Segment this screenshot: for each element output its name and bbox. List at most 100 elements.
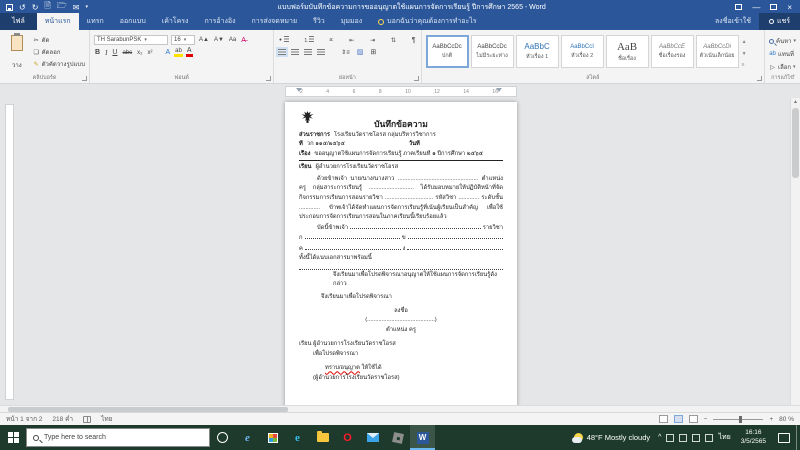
- shading-button[interactable]: ▨: [356, 48, 365, 56]
- security-shield-icon[interactable]: [679, 433, 688, 442]
- volume-icon[interactable]: [705, 433, 714, 442]
- word-taskbar-button[interactable]: W: [410, 425, 435, 450]
- ribbon-display-options-icon[interactable]: [735, 4, 743, 10]
- word-count[interactable]: 218 คำ: [52, 414, 73, 424]
- opera-button[interactable]: O: [335, 425, 360, 450]
- network-icon[interactable]: [692, 433, 701, 442]
- decrease-indent-button[interactable]: ⇤: [348, 37, 355, 44]
- print-layout-icon[interactable]: [673, 415, 683, 423]
- roblox-button[interactable]: [385, 425, 410, 450]
- find-button[interactable]: ค้นหา ▾: [769, 36, 796, 46]
- taskbar-clock[interactable]: 16:16 3/5/2565: [735, 429, 772, 446]
- collapse-ribbon-icon[interactable]: ⌃: [791, 74, 796, 81]
- font-size-select[interactable]: 16 ▾: [171, 35, 195, 45]
- tab-references[interactable]: การอ้างอิง: [196, 13, 243, 30]
- redo-icon[interactable]: ↻: [32, 3, 39, 12]
- vertical-ruler[interactable]: [5, 104, 14, 400]
- align-left-button[interactable]: [276, 47, 289, 57]
- align-right-button[interactable]: [304, 49, 313, 55]
- zoom-level[interactable]: 80 %: [779, 416, 794, 423]
- close-button[interactable]: ×: [787, 3, 792, 12]
- justify-button[interactable]: [317, 49, 326, 55]
- language-indicator[interactable]: ไทย: [101, 414, 112, 424]
- style-heading2[interactable]: AaBbCcI หัวเรื่อง 2: [560, 35, 604, 68]
- increase-indent-button[interactable]: ⇥: [369, 37, 376, 44]
- vertical-scrollbar[interactable]: ▲: [790, 98, 800, 405]
- new-document-icon[interactable]: 🗎: [44, 0, 50, 14]
- grow-font-button[interactable]: A▲: [198, 37, 210, 43]
- superscript-button[interactable]: x²: [147, 50, 154, 56]
- text-effects-button[interactable]: A: [165, 49, 172, 56]
- borders-button[interactable]: ⊞: [369, 48, 377, 56]
- style-normal[interactable]: AaBbCcDc ปกติ: [425, 35, 469, 68]
- tab-file[interactable]: ไฟล์: [0, 13, 37, 30]
- style-subtitle[interactable]: AaBbCcE ชื่อเรื่องรอง: [650, 35, 694, 68]
- email-icon[interactable]: ✉: [73, 3, 80, 12]
- tab-view[interactable]: มุมมอง: [333, 13, 370, 30]
- styles-dialog-launcher-icon[interactable]: [757, 76, 763, 81]
- proofing-icon[interactable]: [83, 415, 92, 423]
- cut-button[interactable]: ✂ ตัด: [33, 35, 85, 45]
- action-center-icon[interactable]: [778, 432, 790, 443]
- show-paragraph-marks-button[interactable]: ¶: [411, 37, 417, 44]
- multilevel-list-button[interactable]: a:: [328, 37, 334, 43]
- bullets-button[interactable]: •: [278, 36, 289, 44]
- styles-gallery-scroll[interactable]: ▲ ▼ ≡: [741, 35, 748, 72]
- underline-button[interactable]: U: [111, 49, 118, 56]
- page-indicator[interactable]: หน้า 1 จาก 2: [6, 414, 42, 424]
- change-case-button[interactable]: Aa: [228, 37, 237, 43]
- scroll-up-icon[interactable]: ▲: [791, 98, 800, 107]
- undo-icon[interactable]: ↺: [19, 3, 26, 12]
- paragraph-dialog-launcher-icon[interactable]: [413, 76, 419, 81]
- align-center-button[interactable]: [291, 49, 300, 55]
- tab-mailings[interactable]: การส่งจดหมาย: [244, 13, 306, 30]
- tab-insert[interactable]: แทรก: [79, 13, 112, 30]
- strikethrough-button[interactable]: abc: [121, 50, 133, 56]
- save-icon[interactable]: [6, 3, 13, 11]
- taskbar-search[interactable]: Type here to search: [26, 428, 210, 447]
- style-title[interactable]: AaB ชื่อเรื่อง: [605, 35, 649, 68]
- document-page[interactable]: บันทึกข้อความ ส่วนราชการ โรงเรียนวัดราชโอ…: [285, 102, 517, 405]
- style-no-spacing[interactable]: AaBbCcDc ไม่มีระยะห่าง: [470, 35, 514, 68]
- show-desktop-button[interactable]: [796, 425, 800, 450]
- clipboard-dialog-launcher-icon[interactable]: [82, 76, 87, 81]
- cortana-button[interactable]: [210, 425, 235, 450]
- zoom-in-button[interactable]: +: [769, 416, 773, 423]
- mail-button[interactable]: [360, 425, 385, 450]
- tab-design[interactable]: ออกแบบ: [112, 13, 154, 30]
- subscript-button[interactable]: x₂: [136, 50, 143, 56]
- numbering-button[interactable]: 1.: [303, 36, 314, 44]
- copy-button[interactable]: ❏ คัดลอก: [33, 47, 85, 57]
- style-subtle-emphasis[interactable]: AaBbCcDi ตัวเน้นเล็กน้อย: [695, 35, 739, 68]
- italic-button[interactable]: I: [104, 49, 108, 57]
- sign-in-link[interactable]: ลงชื่อเข้าใช้: [707, 13, 759, 30]
- onedrive-icon[interactable]: [666, 433, 675, 442]
- weather-widget[interactable]: 48°F Mostly cloudy: [570, 433, 654, 443]
- select-button[interactable]: ▷ เลือก ▾: [769, 62, 796, 72]
- web-layout-icon[interactable]: [688, 415, 698, 423]
- style-heading1[interactable]: AaBbC หัวเรื่อง 1: [515, 35, 559, 68]
- tell-me-box[interactable]: บอกฉันว่าคุณต้องการทำอะไร: [370, 13, 484, 30]
- read-mode-icon[interactable]: [658, 415, 668, 423]
- right-indent-marker-icon[interactable]: [496, 88, 502, 92]
- replace-button[interactable]: ab แทนที่: [769, 49, 796, 59]
- font-name-select[interactable]: TH SarabunPSK ▾: [94, 35, 168, 45]
- horizontal-ruler[interactable]: 2 4 6 8 10 12 14 16: [285, 86, 517, 97]
- hidden-icons-chevron[interactable]: ^: [658, 434, 661, 441]
- line-spacing-button[interactable]: ⇕≡: [340, 49, 351, 56]
- format-painter-button[interactable]: ✎ ตัวคัดวางรูปแบบ: [33, 59, 85, 69]
- edge-button[interactable]: e: [285, 425, 310, 450]
- internet-explorer-button[interactable]: e: [235, 425, 260, 450]
- tab-home[interactable]: หน้าแรก: [36, 13, 79, 30]
- start-button[interactable]: [0, 425, 26, 450]
- clear-formatting-button[interactable]: A̶: [240, 37, 247, 44]
- tab-review[interactable]: รีวิว: [305, 13, 333, 30]
- bold-button[interactable]: B: [94, 49, 101, 56]
- paste-button[interactable]: วาง: [4, 33, 30, 72]
- sort-button[interactable]: ⇅: [390, 37, 397, 44]
- vertical-scroll-thumb[interactable]: [792, 108, 799, 178]
- tray-language-indicator[interactable]: ไทย: [718, 432, 730, 443]
- indent-marker-icon[interactable]: [296, 88, 302, 92]
- zoom-slider[interactable]: [713, 415, 764, 423]
- restore-button[interactable]: [770, 4, 778, 10]
